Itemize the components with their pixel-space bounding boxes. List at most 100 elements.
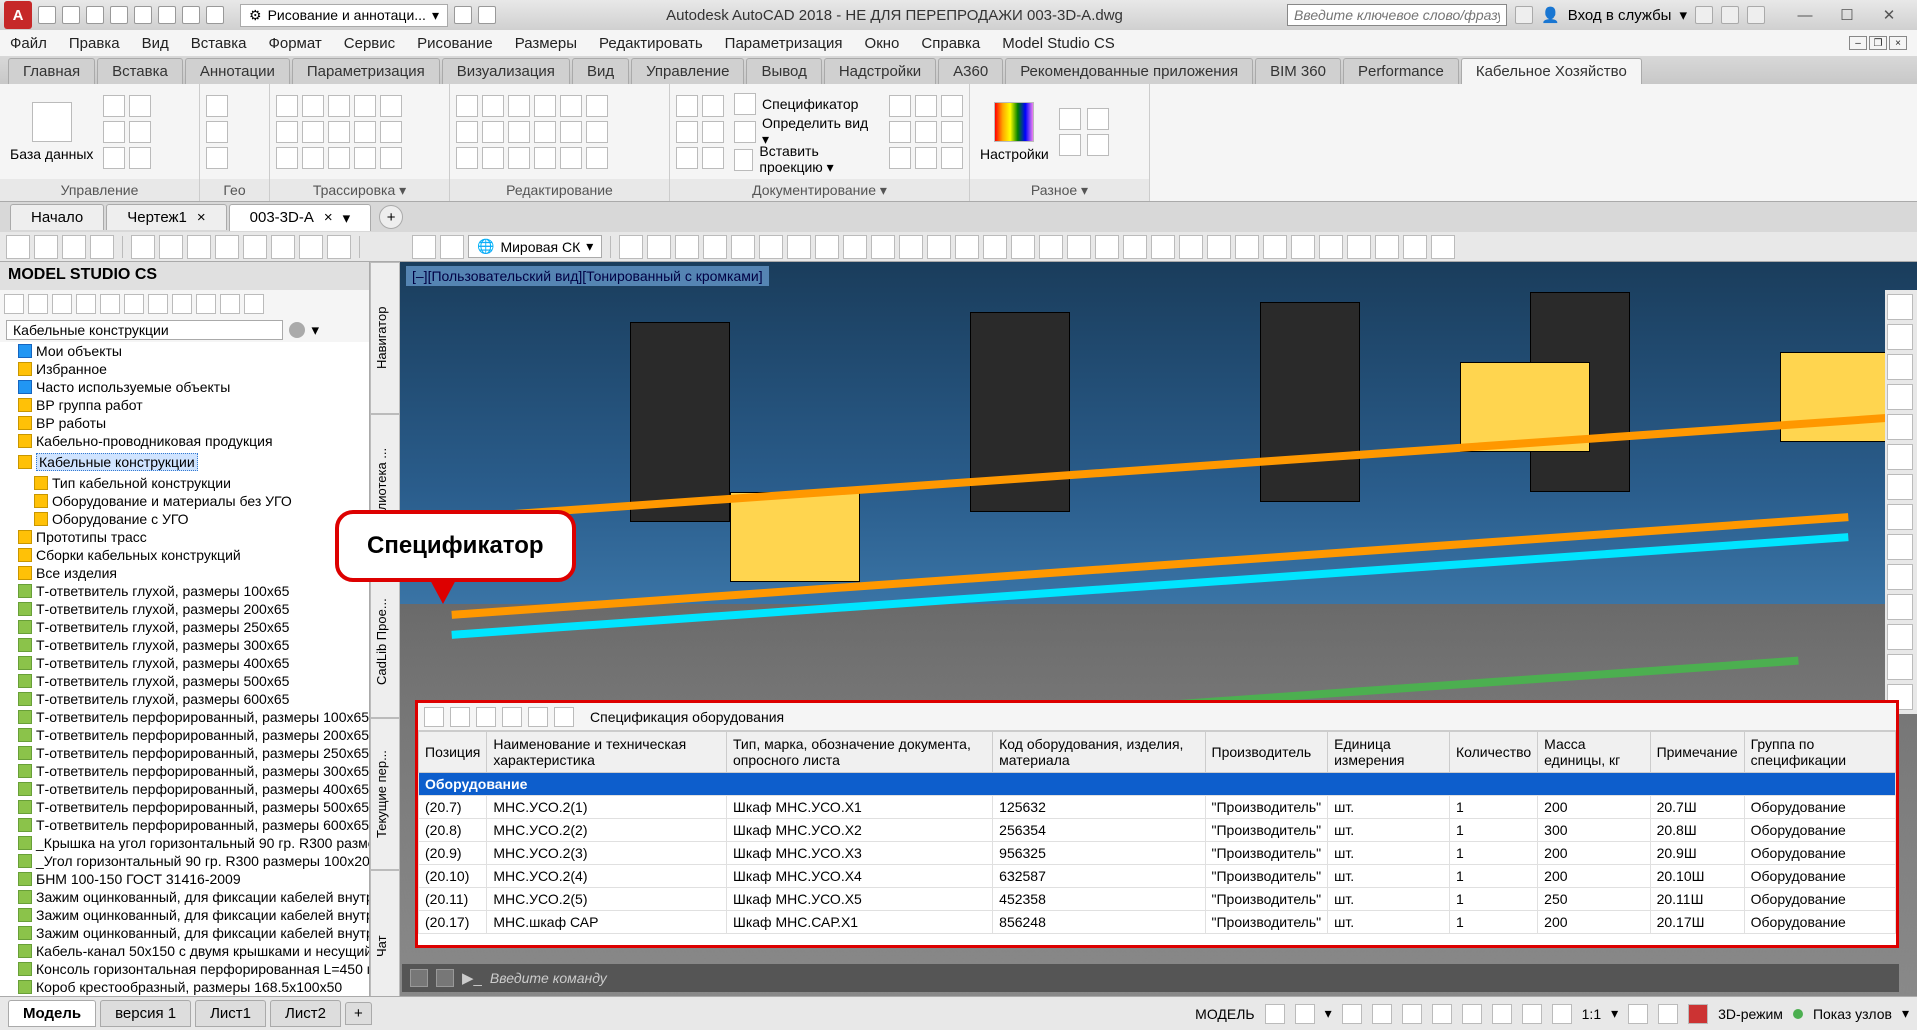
ribbon-tab[interactable]: A360 [938, 58, 1003, 84]
tool-icon[interactable] [703, 235, 727, 259]
tool-icon[interactable] [927, 235, 951, 259]
tool-icon[interactable] [899, 235, 923, 259]
tree-node[interactable]: Оборудование и материалы без УГО [0, 492, 369, 510]
icon[interactable] [380, 121, 402, 143]
tool-icon[interactable] [148, 294, 168, 314]
icon[interactable] [889, 147, 911, 169]
tree-item[interactable]: _Угол горизонтальный 90 гр. R300 размеры… [0, 852, 369, 870]
tool-icon[interactable] [271, 235, 295, 259]
column-header[interactable]: Наименование и техническая характеристик… [487, 732, 727, 773]
tool-icon[interactable] [1887, 654, 1913, 680]
tool-icon[interactable] [843, 235, 867, 259]
tool-icon[interactable] [675, 235, 699, 259]
document-tab[interactable]: Начало [10, 204, 104, 230]
icon[interactable] [915, 121, 937, 143]
tool-icon[interactable] [502, 707, 522, 727]
tool-icon[interactable] [1403, 235, 1427, 259]
tool-icon[interactable] [90, 235, 114, 259]
icon[interactable] [129, 147, 151, 169]
table-row[interactable]: (20.8)MHC.УСО.2(2)Шкаф MHC.УСО.X2256354"… [419, 819, 1896, 842]
icon[interactable] [941, 147, 963, 169]
close-icon[interactable]: × [324, 209, 333, 226]
tree-item[interactable]: Т-ответвитель перфорированный, размеры 2… [0, 744, 369, 762]
tool-icon[interactable] [1887, 294, 1913, 320]
icon[interactable] [328, 121, 350, 143]
status-icon[interactable] [1628, 1004, 1648, 1024]
status-icon[interactable] [1522, 1004, 1542, 1024]
tool-icon[interactable] [450, 707, 470, 727]
tree-item[interactable]: Консоль горизонтальная перфорированная L… [0, 960, 369, 978]
icon[interactable] [354, 121, 376, 143]
cart-icon[interactable] [1721, 6, 1739, 24]
layout-tab[interactable]: Модель [8, 1000, 96, 1027]
viewport-label[interactable]: [–][Пользовательский вид][Тонированный с… [406, 266, 769, 286]
tool-icon[interactable] [196, 294, 216, 314]
tool-icon[interactable] [299, 235, 323, 259]
tool-icon[interactable] [1887, 564, 1913, 590]
status-3dmode[interactable]: 3D-режим [1718, 1006, 1783, 1022]
category-combo[interactable]: Кабельные конструкции [6, 320, 283, 340]
tool-icon[interactable] [1887, 474, 1913, 500]
mdi-minimize[interactable]: – [1849, 36, 1867, 50]
menu-item[interactable]: Рисование [417, 35, 493, 52]
icon[interactable] [328, 147, 350, 169]
tool-icon[interactable] [424, 707, 444, 727]
icon[interactable] [915, 95, 937, 117]
tool-icon[interactable] [1095, 235, 1119, 259]
icon[interactable] [276, 95, 298, 117]
column-header[interactable]: Позиция [419, 732, 487, 773]
tool-icon[interactable] [759, 235, 783, 259]
qat-icon[interactable] [62, 6, 80, 24]
grid-icon[interactable] [1265, 1004, 1285, 1024]
tool-icon[interactable] [476, 707, 496, 727]
tool-icon[interactable] [244, 294, 264, 314]
tool-icon[interactable] [1207, 235, 1231, 259]
command-line[interactable]: ▶_ Введите команду [402, 964, 1899, 992]
tool-icon[interactable] [327, 235, 351, 259]
maximize-button[interactable]: ☐ [1827, 4, 1867, 26]
tree-item[interactable]: Зажим оцинкованный, для фиксации кабелей… [0, 924, 369, 942]
status-model[interactable]: МОДЕЛЬ [1195, 1006, 1254, 1022]
column-header[interactable]: Единица измерения [1328, 732, 1450, 773]
ribbon-tab[interactable]: Вывод [746, 58, 821, 84]
icon[interactable] [676, 95, 698, 117]
icon[interactable] [508, 147, 530, 169]
status-icon[interactable] [1342, 1004, 1362, 1024]
tree-item[interactable]: Т-ответвитель глухой, размеры 200x65 [0, 600, 369, 618]
tool-icon[interactable] [731, 235, 755, 259]
ribbon-tab[interactable]: Аннотации [185, 58, 290, 84]
tree-node[interactable]: Кабельно-проводниковая продукция [0, 432, 369, 450]
icon[interactable] [482, 95, 504, 117]
menu-item[interactable]: Формат [268, 35, 321, 52]
menu-item[interactable]: Файл [10, 35, 47, 52]
tool-icon[interactable] [1123, 235, 1147, 259]
icon[interactable] [354, 147, 376, 169]
qat-icon[interactable] [206, 6, 224, 24]
column-header[interactable]: Примечание [1650, 732, 1744, 773]
menu-item[interactable]: Model Studio CS [1002, 35, 1115, 52]
side-tab[interactable]: Навигатор [370, 262, 400, 414]
menu-item[interactable]: Размеры [515, 35, 577, 52]
icon[interactable] [702, 95, 724, 117]
icon[interactable] [206, 147, 228, 169]
mdi-restore[interactable]: ❐ [1869, 36, 1887, 50]
icon[interactable] [534, 147, 556, 169]
tool-icon[interactable] [412, 235, 436, 259]
ribbon-tab[interactable]: Вставка [97, 58, 183, 84]
close-icon[interactable] [410, 969, 428, 987]
tree-node[interactable]: Прототипы трасс [0, 528, 369, 546]
qat-icon[interactable] [454, 6, 472, 24]
spec-table[interactable]: ПозицияНаименование и техническая характ… [418, 731, 1896, 934]
icon[interactable] [941, 95, 963, 117]
icon[interactable] [560, 121, 582, 143]
tool-icon[interactable] [871, 235, 895, 259]
tool-icon[interactable] [619, 235, 643, 259]
qat-icon[interactable] [134, 6, 152, 24]
tree-item[interactable]: Т-ответвитель глухой, размеры 250x65 [0, 618, 369, 636]
layout-tab[interactable]: Лист1 [195, 1000, 266, 1027]
table-row[interactable]: (20.7)MHC.УСО.2(1)Шкаф MHC.УСО.X1125632"… [419, 796, 1896, 819]
help-search-input[interactable] [1287, 4, 1507, 26]
icon[interactable] [302, 95, 324, 117]
icon[interactable] [482, 147, 504, 169]
tool-icon[interactable] [1375, 235, 1399, 259]
